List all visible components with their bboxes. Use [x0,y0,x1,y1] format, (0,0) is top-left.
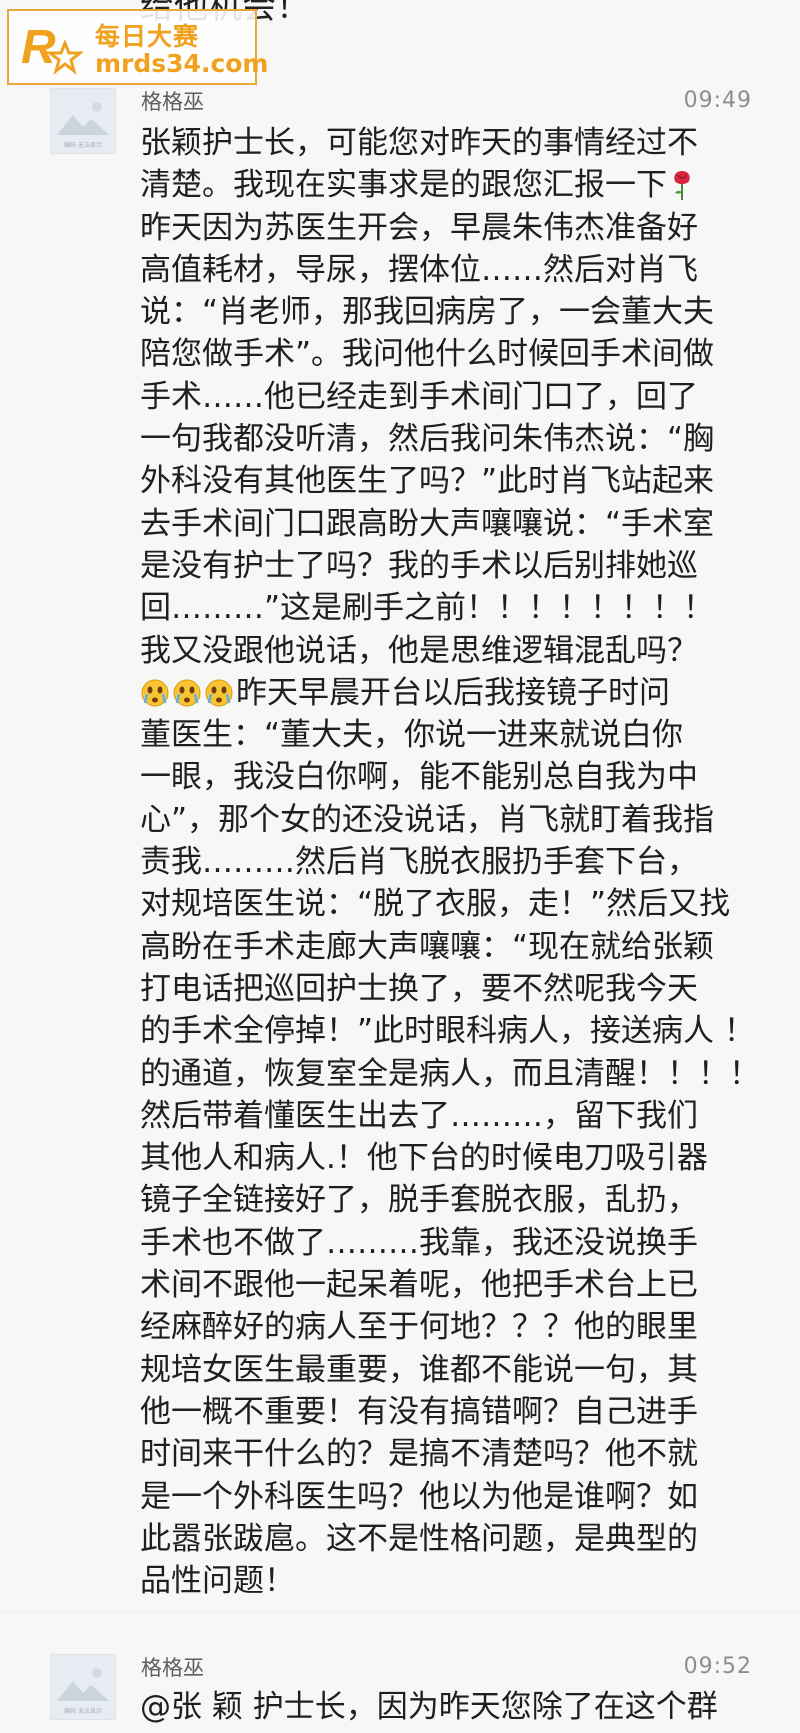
message-line: 的通道，恢复室全是病人，而且清醒！！！！ [140,1055,760,1092]
message-line: 镜子全链接好了，脱手套脱衣服，乱扔， [140,1182,698,1219]
message-line: 是一个外科医生吗？他以为他是谁啊？如 [140,1478,698,1515]
message-line: 回………”这是刷手之前！！！！！！！！ [140,590,715,627]
message-line: 此嚣张跋扈。这不是性格问题，是典型的 [140,1520,698,1557]
crying-face-emoji-icon [173,679,201,707]
image-placeholder-icon: 编码 无法显示 [51,89,115,153]
rose-emoji-icon [674,171,690,201]
message-line: @张 颖 护士长，因为昨天您除了在这个群 [140,1689,718,1725]
message-text: @张 颖 护士长，因为昨天您除了在这个群 [140,1686,790,1728]
message-line: 其他人和病人.！他下台的时候电刀吸引器 [140,1140,708,1177]
message-line: 外科没有其他医生了吗？”此时肖飞站起来 [140,463,715,500]
message-line: 说：“肖老师，那我回病房了，一会董大夫 [140,294,715,331]
message-line: 一眼，我没白你啊，能不能别总自我为中 [140,759,698,796]
message-line: 高值耗材，导尿，摆体位……然后对肖飞 [140,251,698,288]
message-line: 昨天早晨开台以后我接镜子时问 [140,672,790,714]
svg-text:编码 无法显示: 编码 无法显示 [64,1707,102,1715]
sender-name[interactable]: 格格巫 [141,1652,204,1682]
message-line: 陪您做手术”。我问他什么时候回手术间做 [140,336,715,373]
svg-text:编码 无法显示: 编码 无法显示 [64,141,102,149]
message-line: 时间来干什么的？是搞不清楚吗？他不就 [140,1436,698,1473]
message-line: 昨天因为苏医生开会，早晨朱伟杰准备好 [140,209,698,246]
message-line: 清楚。我现在实事求是的跟您汇报一下 [140,164,790,206]
watermark-title: 每日大赛 [95,22,200,51]
chat-screen: 给他机会！ R 每日大赛 mrds34.com 编码 无法显示 格格巫 09:4… [0,0,800,1733]
message-line: 董医生：“董大夫，你说一进来就说白你 [140,717,684,754]
svg-text:R: R [21,21,56,74]
message-line: 规培女医生最重要，谁都不能说一句，其 [140,1351,698,1388]
message-line: 的手术全停掉！”此时眼科病人，接送病人 ！ [140,1013,755,1050]
message-line: 手术……他已经走到手术间门口了，回了 [140,378,698,415]
crying-face-emoji-icon [141,679,169,707]
message-line: 对规培医生说：“脱了衣服，走！”然后又找 [140,886,731,923]
watermark-logo-icon: R [21,21,83,75]
message-line: 他一概不重要！有没有搞错啊？自己进手 [140,1393,698,1430]
message-line: 去手术间门口跟高盼大声嚷嚷说：“手术室 [140,505,715,542]
avatar[interactable]: 编码 无法显示 [50,1654,116,1720]
message-line: 手术也不做了………我靠，我还没说换手 [140,1224,698,1261]
image-placeholder-icon: 编码 无法显示 [51,1655,115,1719]
message-line: 心”，那个女的还没说话，肖飞就盯着我指 [140,801,715,838]
watermark-url: mrds34.com [95,49,269,78]
message-divider [0,1612,800,1613]
message-line: 然后带着懂医生出去了………，留下我们 [140,1097,698,1134]
message-line: 品性问题！ [140,1563,295,1600]
message-time: 09:49 [683,88,752,113]
message-line: 高盼在手术走廊大声嚷嚷：“现在就给张颖 [140,928,715,965]
crying-face-emoji-icon [205,679,233,707]
message-line: 打电话把巡回护士换了，要不然呢我今天 [140,970,698,1007]
message-line: 张颖护士长，可能您对昨天的事情经过不 [140,125,698,161]
message-line: 责我………然后肖飞脱衣服扔手套下台， [140,844,698,881]
avatar[interactable]: 编码 无法显示 [50,88,116,154]
message-time: 09:52 [683,1654,752,1679]
message-text: 张颖护士长，可能您对昨天的事情经过不 清楚。我现在实事求是的跟您汇报一下 昨天因… [140,122,790,1602]
message-line: 我又没跟他说话，他是思维逻辑混乱吗？ [140,632,698,669]
sender-name[interactable]: 格格巫 [141,86,204,116]
message-line: 是没有护士了吗？我的手术以后别排她巡 [140,547,698,584]
site-watermark: R 每日大赛 mrds34.com [7,9,269,85]
message-line: 术间不跟他一起呆着呢，他把手术台上已 [140,1267,698,1304]
message-line: 一句我都没听清，然后我问朱伟杰说：“胸 [140,421,715,458]
message-line: 经麻醉好的病人至于何地？？？他的眼里 [140,1309,698,1346]
